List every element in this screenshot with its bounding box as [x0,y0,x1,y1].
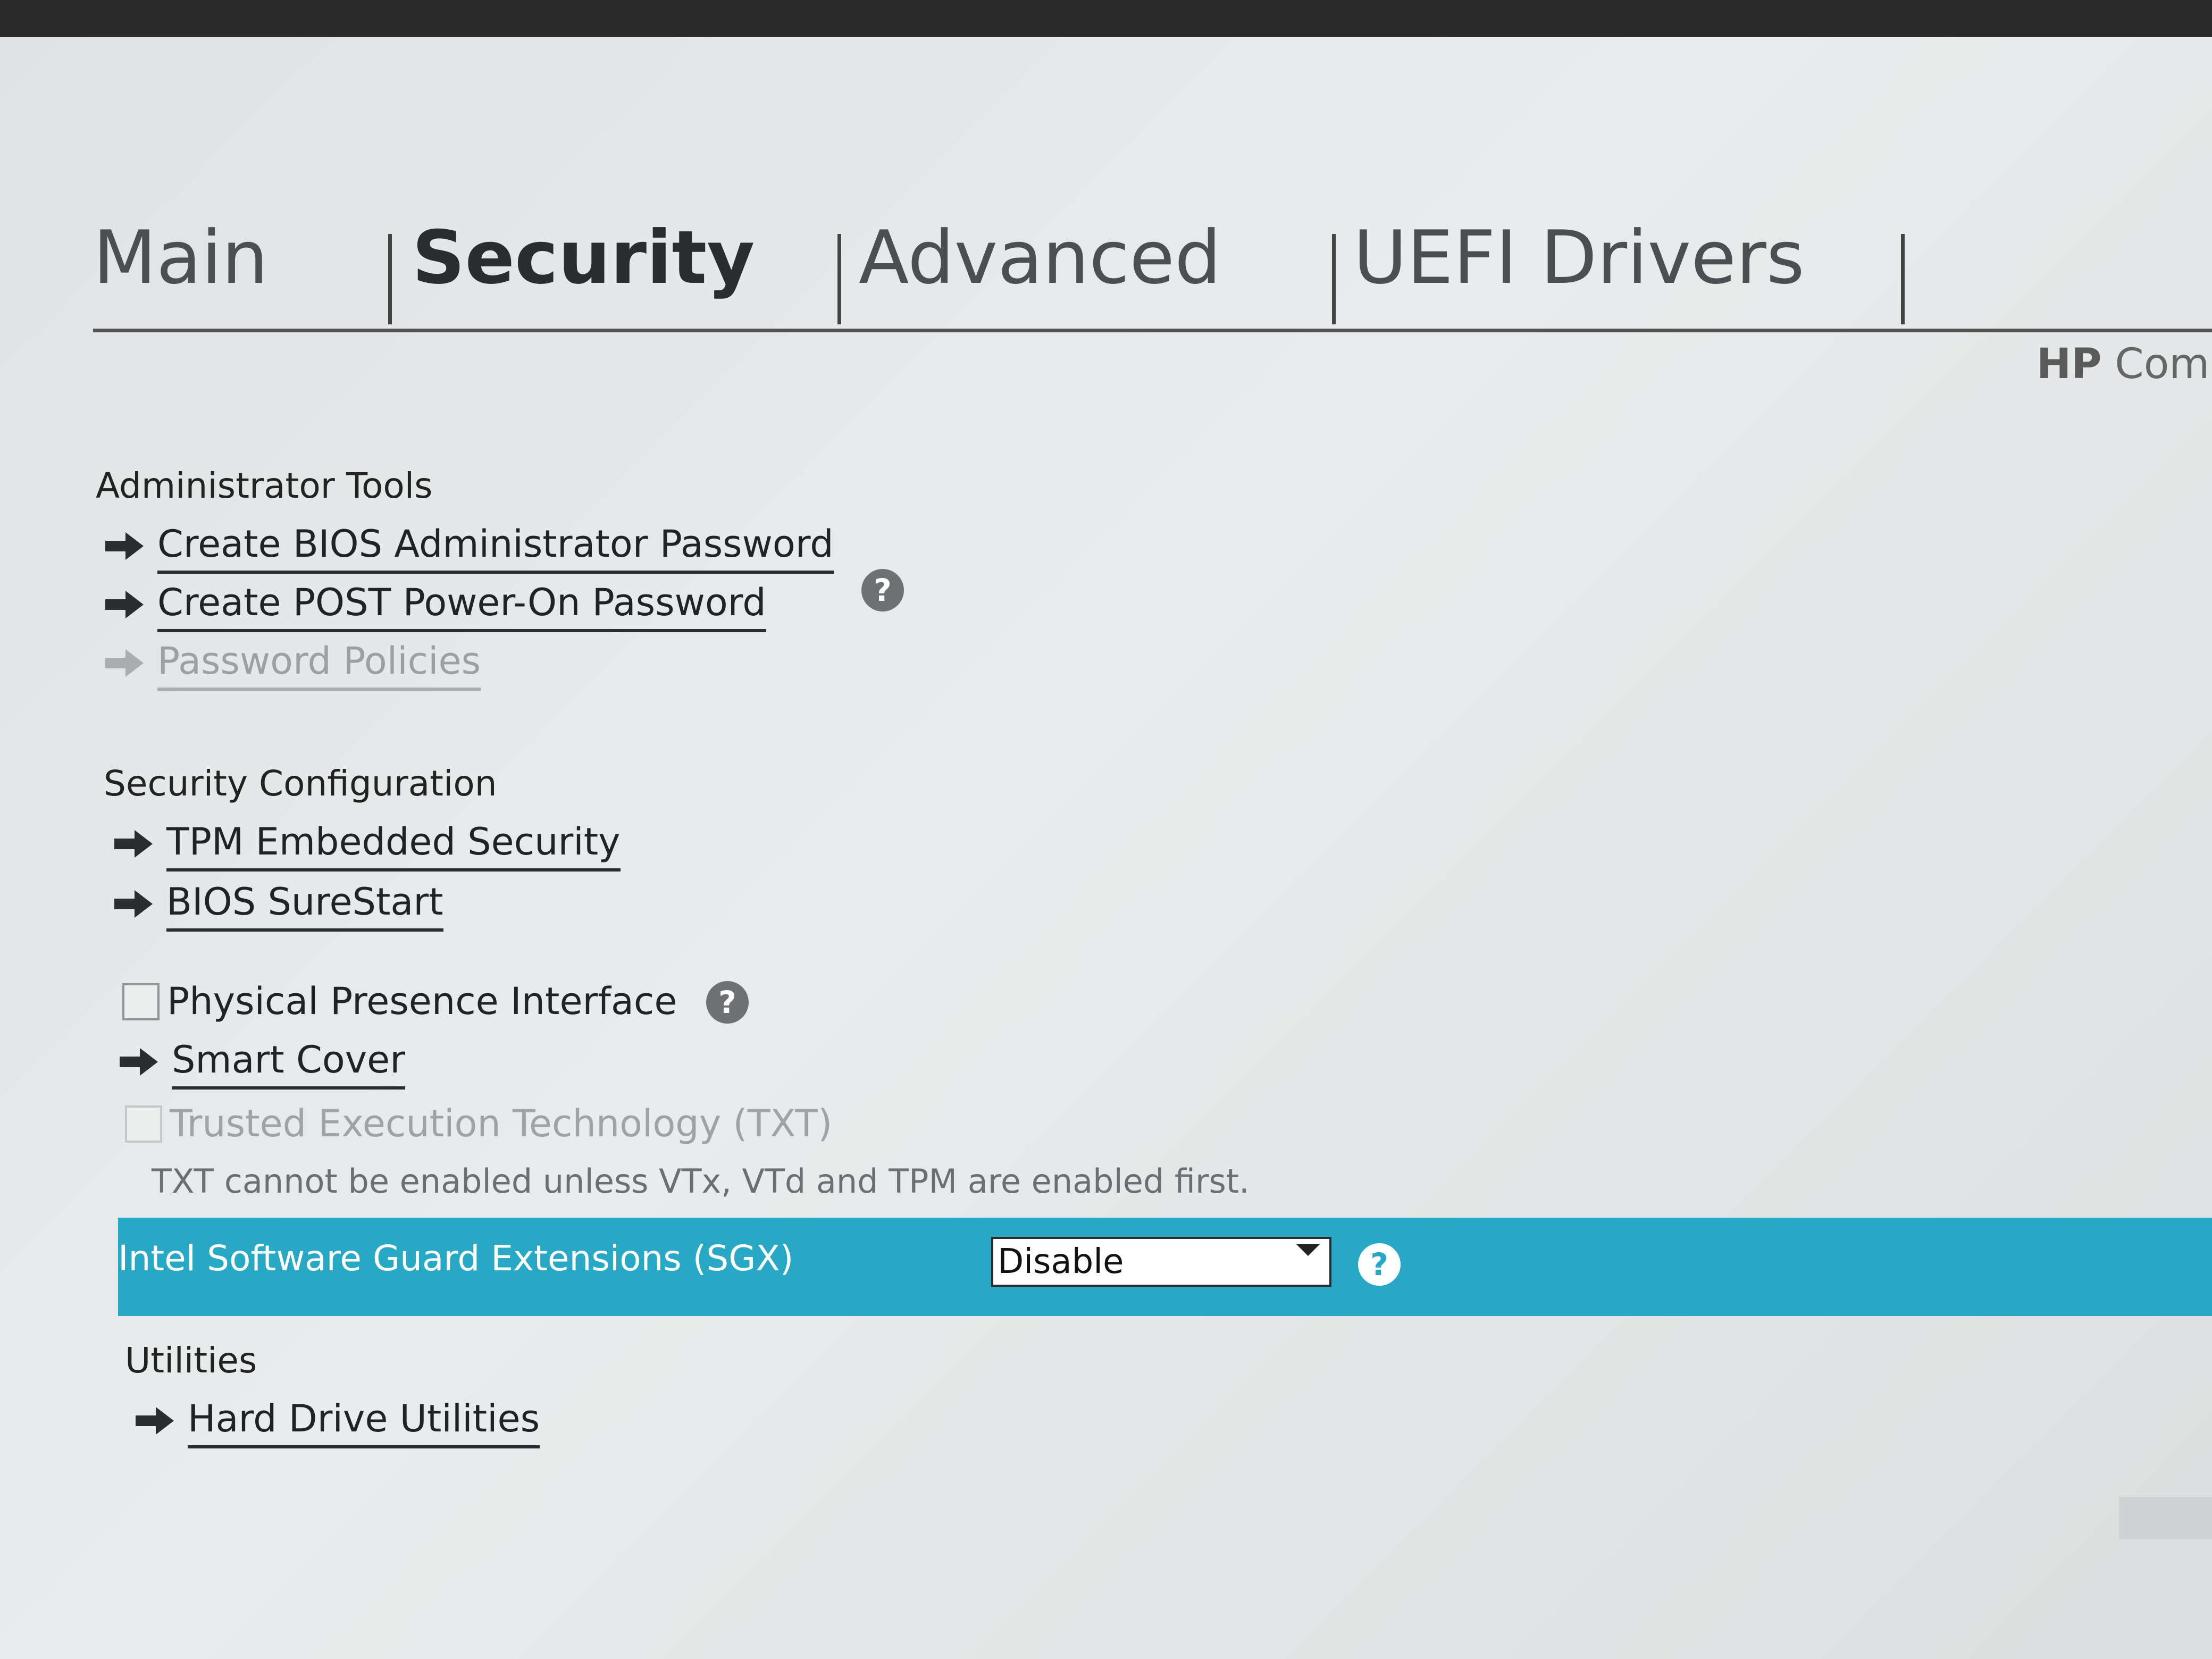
link-label: Create BIOS Administrator Password [157,518,834,574]
arrow-right-icon [120,1048,158,1076]
help-icon[interactable]: ? [706,981,749,1024]
tab-separator [1332,234,1336,324]
help-icon[interactable]: ? [861,569,904,611]
sgx-label: Intel Software Guard Extensions (SGX) [118,1238,794,1279]
sgx-dropdown[interactable]: Disable [991,1237,1331,1287]
brand-hp: HP [2037,340,2102,388]
help-icon[interactable]: ? [1358,1243,1401,1286]
tab-security[interactable]: Security [412,186,755,330]
tab-separator [837,234,841,324]
admin-tools-heading: Administrator Tools [96,465,433,506]
tab-separator [388,234,392,324]
checkbox-label: Trusted Execution Technology (TXT) [170,1102,833,1145]
tab-advanced[interactable]: Advanced [859,186,1221,330]
brand-label: HP Compu [2037,340,2212,388]
txt-note: TXT cannot be enabled unless VTx, VTd an… [152,1162,1250,1201]
txt-checkbox [125,1105,162,1143]
sgx-selected-value: Disable [998,1242,1124,1281]
brand-rest: Compu [2115,340,2212,388]
link-label: Smart Cover [172,1034,405,1090]
security-config-heading: Security Configuration [104,763,497,804]
bios-screen: Main Security Advanced UEFI Drivers HP C… [0,37,2212,1659]
tab-uefi-drivers[interactable]: UEFI Drivers [1353,186,1805,330]
tab-bar: Main Security Advanced UEFI Drivers [93,186,2212,330]
arrow-right-icon [105,532,144,560]
arrow-right-icon [114,890,153,918]
link-label: Create POST Power-On Password [157,577,766,632]
arrow-right-icon [114,830,153,858]
tab-underline [93,329,2212,332]
sgx-row[interactable]: Intel Software Guard Extensions (SGX) Di… [118,1218,2212,1316]
tab-main[interactable]: Main [93,186,268,330]
corner-button[interactable] [2119,1497,2212,1539]
arrow-right-icon [105,591,144,618]
link-label: Password Policies [157,635,481,691]
arrow-right-icon [136,1407,174,1435]
chevron-down-icon [1296,1244,1320,1256]
tab-separator [1901,234,1905,324]
checkbox-label: Physical Presence Interface [167,979,677,1023]
link-label: BIOS SureStart [166,876,443,932]
link-label: TPM Embedded Security [166,816,621,872]
arrow-right-icon [105,649,144,677]
link-label: Hard Drive Utilities [188,1393,540,1448]
physical-presence-interface-checkbox[interactable] [122,983,160,1020]
utilities-heading: Utilities [125,1340,257,1381]
